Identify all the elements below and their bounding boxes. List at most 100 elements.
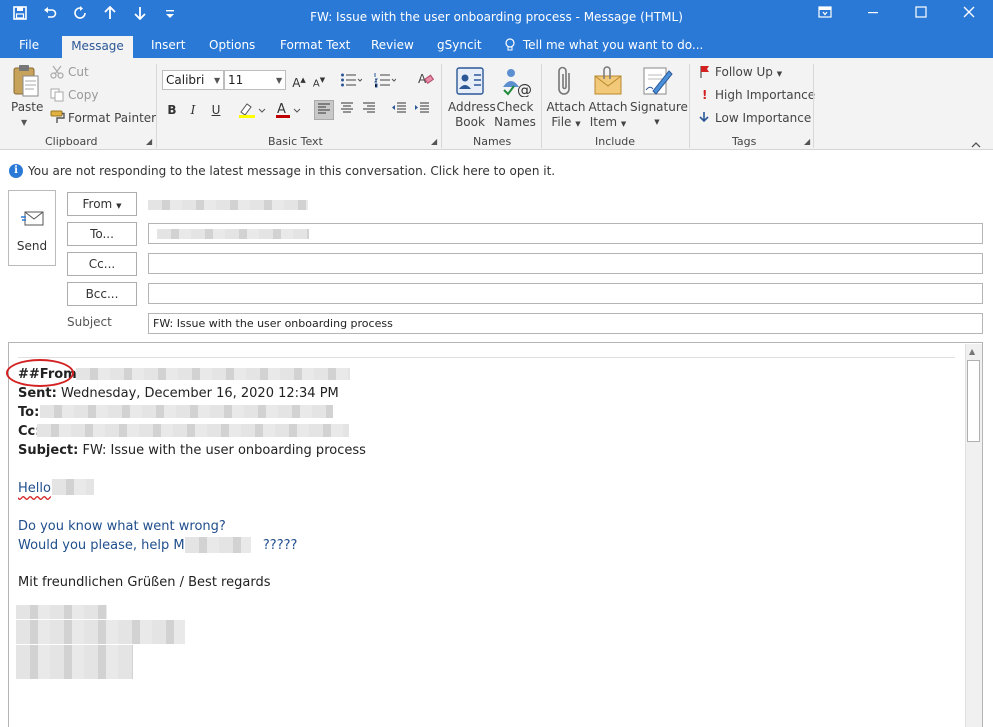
annotation-circle: [6, 359, 74, 387]
ribbon-display-icon[interactable]: [801, 0, 849, 30]
highlight-icon[interactable]: [238, 101, 266, 122]
signature-label: Signature: [630, 100, 688, 114]
ribbon-separator: [813, 64, 814, 148]
close-icon[interactable]: [945, 0, 993, 30]
to-recipients-redacted: [157, 229, 309, 239]
reply-separator-line: [18, 357, 955, 358]
check-names-label-2: Names: [494, 115, 536, 129]
shrink-font-label: A: [312, 78, 320, 90]
copy-button[interactable]: Copy: [68, 88, 98, 103]
cc-button[interactable]: Cc...: [67, 252, 137, 276]
attach-file-button[interactable]: Attach File ▼: [546, 100, 586, 132]
body-line-1: Do you know what went wrong?: [18, 519, 226, 534]
align-right-button[interactable]: [359, 100, 379, 120]
shrink-font-button[interactable]: A▼: [309, 70, 329, 90]
tab-review[interactable]: Review: [371, 34, 414, 58]
tab-message[interactable]: Message: [62, 36, 133, 58]
format-painter-button[interactable]: Format Painter: [68, 111, 156, 126]
attach-item-dropdown-icon: ▼: [620, 120, 627, 128]
numbering-icon[interactable]: [374, 72, 397, 91]
flag-icon: [699, 65, 711, 82]
tab-insert[interactable]: Insert: [151, 34, 185, 58]
font-name-dropdown-icon[interactable]: ▼: [214, 76, 220, 85]
ribbon-separator: [156, 64, 157, 148]
body-line-2: Would you please, help Mr.?????: [18, 537, 297, 554]
paste-icon[interactable]: [12, 64, 40, 101]
tell-me-search[interactable]: Tell me what you want to do...: [505, 34, 703, 58]
tab-gsyncit[interactable]: gSyncit: [437, 34, 482, 58]
window-controls: [801, 0, 993, 30]
maximize-icon[interactable]: [897, 0, 945, 30]
ribbon: Paste ▼ Cut Copy Format Painter Clipboar…: [0, 58, 993, 150]
italic-button[interactable]: I: [183, 100, 203, 120]
from-address-redacted: [148, 200, 308, 210]
greeting-name-redacted: [52, 479, 94, 495]
body-sent-value: Wednesday, December 16, 2020 12:34 PM: [61, 386, 339, 401]
body-closing: Mit freundlichen Grüßen / Best regards: [18, 575, 271, 590]
signature-redacted-3: [16, 645, 133, 679]
align-right-icon: [363, 102, 375, 113]
grow-font-button[interactable]: A▲: [289, 70, 309, 90]
info-icon: i: [9, 164, 23, 178]
signature-button[interactable]: Signature ▼: [630, 100, 688, 130]
bcc-button[interactable]: Bcc...: [67, 282, 137, 306]
paste-dropdown-icon[interactable]: ▼: [21, 118, 27, 127]
attach-item-icon: [592, 65, 624, 100]
from-button[interactable]: From ▼: [67, 192, 137, 216]
cut-button[interactable]: Cut: [68, 65, 89, 80]
format-painter-icon: [50, 110, 66, 127]
tab-file[interactable]: File: [19, 34, 39, 58]
basic-text-launcher-icon[interactable]: ◢: [431, 137, 437, 146]
body-from-redacted: [76, 368, 350, 380]
tab-format-text[interactable]: Format Text: [280, 34, 350, 58]
to-button[interactable]: To...: [67, 222, 137, 246]
send-button[interactable]: Send: [8, 190, 56, 266]
clear-formatting-icon[interactable]: A: [418, 71, 435, 90]
address-book-label-2: Book: [455, 115, 485, 129]
signature-redacted-1: [16, 605, 107, 619]
ribbon-tabs: File Message Insert Options Format Text …: [0, 34, 993, 58]
body-greeting-text: Hello: [18, 481, 51, 496]
underline-button[interactable]: U: [206, 100, 226, 120]
subject-label: Subject: [67, 315, 112, 329]
align-left-button[interactable]: [314, 100, 334, 120]
follow-up-button[interactable]: Follow Up ▼: [715, 65, 782, 82]
body-to-redacted: [40, 405, 333, 418]
high-importance-button[interactable]: High Importance: [715, 88, 815, 103]
check-names-button[interactable]: Check Names: [494, 100, 536, 130]
title-bar: FW: Issue with the user onboarding proce…: [0, 0, 993, 34]
font-size-dropdown-icon[interactable]: ▼: [276, 76, 282, 85]
tab-options[interactable]: Options: [209, 34, 255, 58]
attach-file-label-2: File: [551, 115, 572, 129]
svg-text:A: A: [277, 102, 286, 117]
align-left-icon: [318, 103, 330, 114]
align-center-button[interactable]: [337, 100, 357, 120]
scissors-icon: [50, 65, 64, 82]
attach-file-dropdown-icon: ▼: [575, 120, 581, 128]
scroll-up-icon[interactable]: ▲: [969, 347, 975, 356]
low-importance-button[interactable]: Low Importance: [715, 111, 811, 126]
scroll-thumb[interactable]: [967, 360, 980, 442]
send-icon: [21, 209, 45, 230]
lightbulb-icon: [505, 34, 519, 57]
to-field[interactable]: [148, 223, 983, 244]
font-color-icon[interactable]: A: [275, 101, 303, 122]
attach-item-button[interactable]: Attach Item ▼: [586, 100, 630, 132]
clipboard-launcher-icon[interactable]: ◢: [146, 137, 152, 146]
tags-launcher-icon[interactable]: ◢: [804, 137, 810, 146]
ribbon-separator: [441, 64, 442, 148]
collapse-ribbon-icon[interactable]: [971, 138, 981, 152]
decrease-indent-button[interactable]: [389, 100, 409, 120]
subject-field[interactable]: FW: Issue with the user onboarding proce…: [148, 313, 983, 334]
paste-button[interactable]: Paste: [11, 100, 43, 115]
address-book-button[interactable]: Address Book: [448, 100, 496, 130]
bold-button[interactable]: B: [162, 100, 182, 120]
bullets-icon[interactable]: [340, 72, 363, 91]
tell-me-label: Tell me what you want to do...: [522, 38, 704, 52]
body-subject-label: Subject:: [18, 443, 79, 458]
minimize-icon[interactable]: [849, 0, 897, 30]
bcc-field[interactable]: [148, 283, 983, 304]
increase-indent-button[interactable]: [412, 100, 432, 120]
cc-field[interactable]: [148, 253, 983, 274]
info-bar-text[interactable]: You are not responding to the latest mes…: [28, 164, 555, 179]
